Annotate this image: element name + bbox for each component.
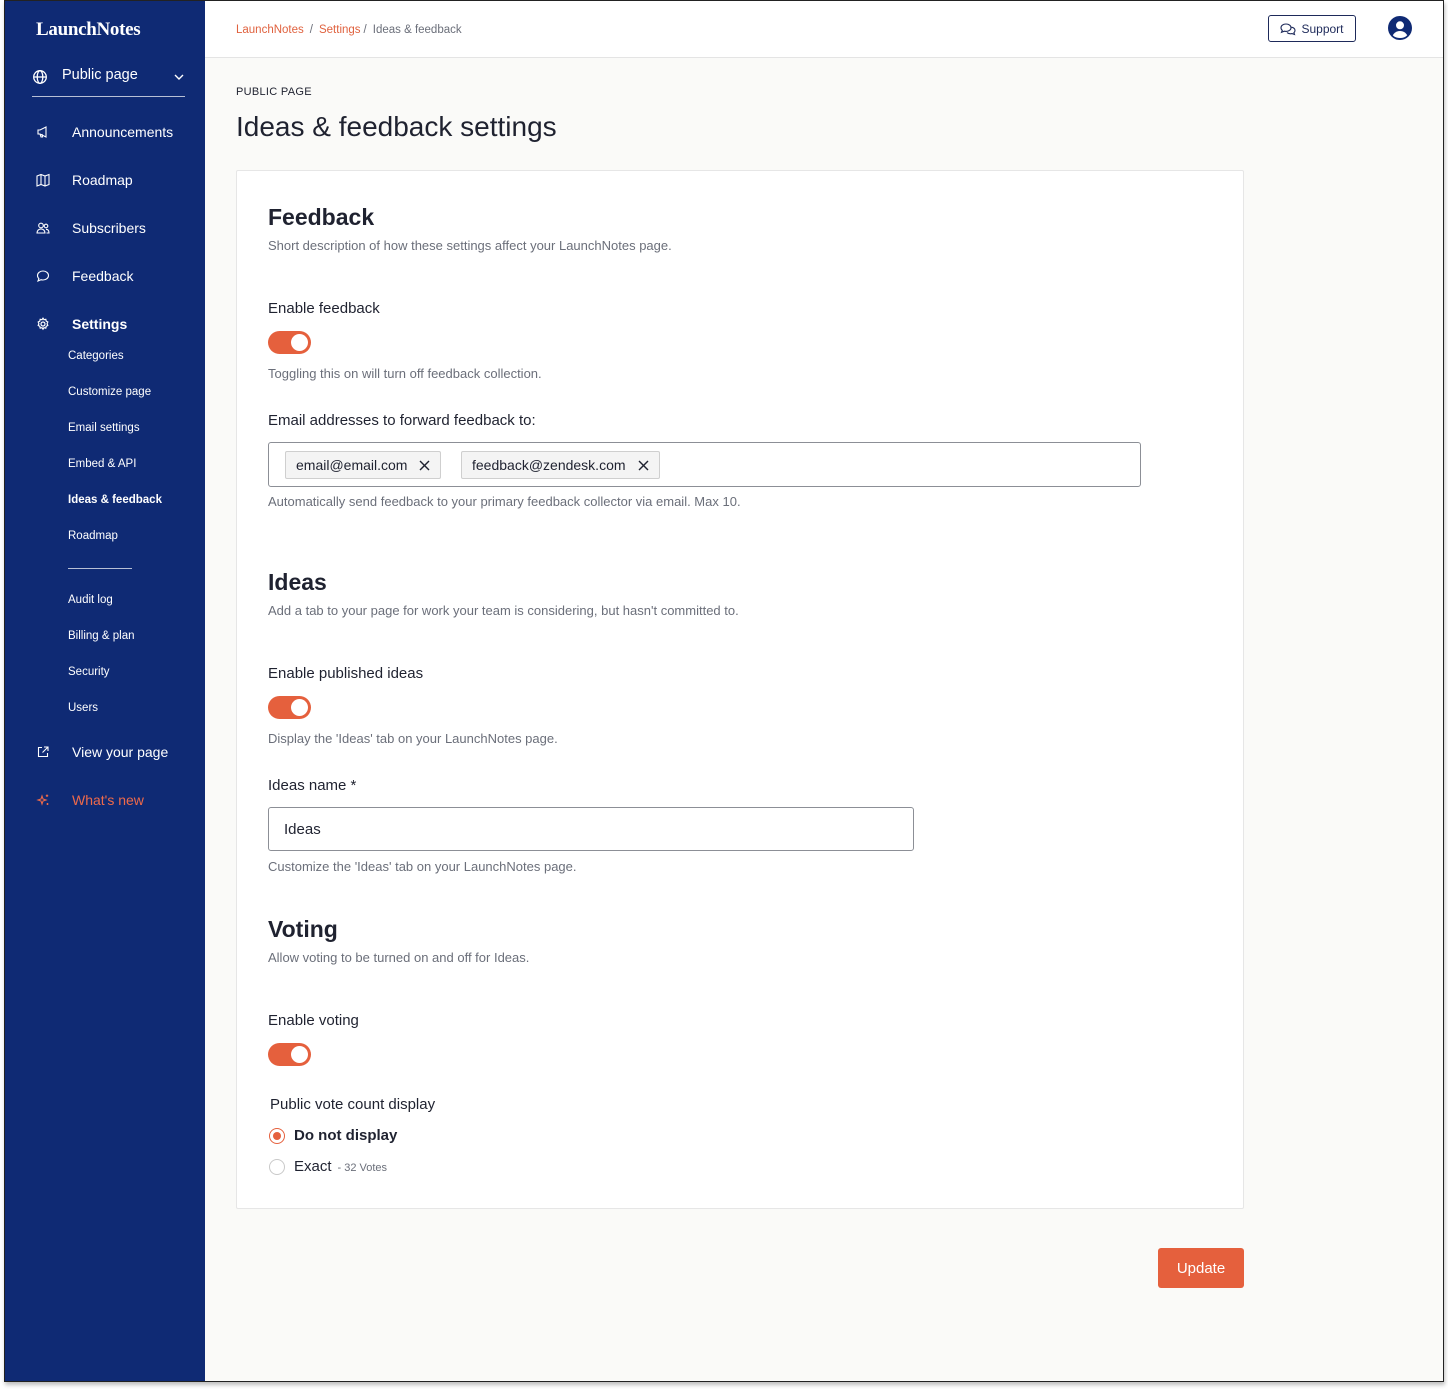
update-button[interactable]: Update [1158, 1248, 1244, 1288]
feedback-description: Short description of how these settings … [268, 238, 672, 253]
radio-selected-icon [269, 1127, 285, 1144]
sidebar-item-label: Feedback [72, 268, 134, 284]
feedback-heading: Feedback [268, 204, 375, 230]
breadcrumb-separator: / [363, 24, 367, 36]
ideas-heading: Ideas [268, 569, 327, 595]
enable-feedback-toggle[interactable] [268, 331, 311, 354]
enable-feedback-label: Enable feedback [268, 300, 380, 317]
email-tag: email@email.com [285, 451, 442, 479]
chevron-down-icon [174, 74, 184, 80]
email-tag-label: feedback@zendesk.com [472, 457, 626, 473]
radio-exact[interactable]: Exact - 32 Votes [269, 1158, 387, 1175]
radio-do-not-display[interactable]: Do not display [269, 1127, 397, 1144]
sidebar-divider [68, 568, 132, 569]
forward-emails-input[interactable]: email@email.com feedback@zendesk.com [268, 442, 1141, 487]
close-icon[interactable] [638, 460, 649, 471]
whats-new-link[interactable]: What's new [36, 792, 144, 808]
page-eyebrow: PUBLIC PAGE [236, 86, 312, 98]
app-window: LaunchNotes Public page Announcements Ro… [4, 0, 1444, 1382]
settings-item-audit-log[interactable]: Audit log [68, 594, 113, 606]
enable-ideas-help: Display the 'Ideas' tab on your LaunchNo… [268, 731, 558, 746]
radio-unselected-icon [269, 1158, 285, 1175]
forward-emails-help: Automatically send feedback to your prim… [268, 494, 741, 509]
email-tag-label: email@email.com [296, 457, 408, 473]
top-bar: LaunchNotes / Settings / Ideas & feedback Su… [205, 1, 1443, 58]
settings-card: Feedback Short description of how these … [236, 170, 1244, 1209]
gear-icon [37, 317, 49, 331]
radio-label: Do not display [294, 1127, 398, 1144]
sidebar-item-label: Settings [72, 316, 128, 332]
users-icon [36, 222, 50, 234]
settings-item-categories[interactable]: Categories [68, 350, 124, 362]
sidebar-item-roadmap[interactable]: Roadmap [36, 172, 133, 188]
page-selector-label: Public page [62, 67, 138, 83]
app-logo[interactable]: LaunchNotes [36, 19, 141, 41]
close-icon[interactable] [419, 460, 430, 471]
ideas-name-input[interactable] [268, 807, 914, 851]
support-label: Support [1301, 21, 1344, 36]
external-link-icon [37, 746, 49, 758]
breadcrumb-launchnotes[interactable]: LaunchNotes [236, 24, 304, 36]
support-button[interactable]: Support [1268, 15, 1356, 42]
enable-voting-label: Enable voting [268, 1012, 359, 1029]
breadcrumb-settings[interactable]: Settings [319, 24, 361, 36]
voting-description: Allow voting to be turned on and off for… [268, 950, 530, 965]
enable-voting-toggle[interactable] [268, 1043, 311, 1066]
map-icon [36, 173, 50, 187]
settings-item-users[interactable]: Users [68, 702, 98, 714]
user-avatar-icon[interactable] [1388, 16, 1412, 40]
view-your-page-label: View your page [72, 744, 169, 760]
sidebar-item-label: Subscribers [72, 220, 146, 236]
settings-item-ideas-feedback[interactable]: Ideas & feedback [68, 494, 162, 506]
whats-new-label: What's new [72, 792, 144, 808]
enable-ideas-label: Enable published ideas [268, 665, 424, 682]
ideas-name-help: Customize the 'Ideas' tab on your Launch… [268, 859, 577, 874]
chat-icon [1280, 22, 1297, 35]
vote-count-label: Public vote count display [270, 1096, 436, 1113]
globe-icon [33, 70, 47, 84]
sidebar-item-subscribers[interactable]: Subscribers [36, 220, 146, 236]
settings-item-security[interactable]: Security [68, 666, 110, 678]
sidebar-item-label: Announcements [72, 124, 174, 140]
breadcrumb: LaunchNotes / Settings / Ideas & feedback [236, 24, 462, 36]
sidebar: LaunchNotes Public page Announcements Ro… [5, 1, 205, 1381]
page-selector[interactable]: Public page [32, 67, 185, 97]
settings-item-billing-plan[interactable]: Billing & plan [68, 630, 134, 642]
voting-heading: Voting [268, 916, 338, 942]
vote-count-preview: - 32 Votes [337, 1162, 388, 1174]
settings-item-email-settings[interactable]: Email settings [68, 422, 140, 434]
sidebar-item-feedback[interactable]: Feedback [36, 268, 133, 284]
sparkles-icon [36, 794, 49, 806]
chat-bubble-icon [36, 270, 50, 283]
megaphone-icon [37, 126, 47, 138]
settings-item-roadmap[interactable]: Roadmap [68, 530, 118, 542]
radio-label: Exact [294, 1158, 332, 1175]
sidebar-item-label: Roadmap [72, 172, 133, 188]
settings-item-customize-page[interactable]: Customize page [68, 386, 151, 398]
ideas-description: Add a tab to your page for work your tea… [268, 603, 739, 618]
sidebar-item-announcements[interactable]: Announcements [36, 124, 173, 140]
settings-item-embed-api[interactable]: Embed & API [68, 458, 136, 470]
breadcrumb-separator: / [309, 24, 313, 36]
breadcrumb-current: Ideas & feedback [372, 24, 462, 36]
enable-feedback-help: Toggling this on will turn off feedback … [268, 366, 542, 381]
page-title: Ideas & feedback settings [236, 111, 557, 142]
email-tag: feedback@zendesk.com [461, 451, 660, 479]
view-your-page-link[interactable]: View your page [36, 744, 168, 760]
ideas-name-label: Ideas name * [268, 777, 357, 794]
forward-emails-label: Email addresses to forward feedback to: [268, 412, 536, 429]
sidebar-item-settings[interactable]: Settings [36, 316, 127, 332]
enable-ideas-toggle[interactable] [268, 696, 311, 719]
